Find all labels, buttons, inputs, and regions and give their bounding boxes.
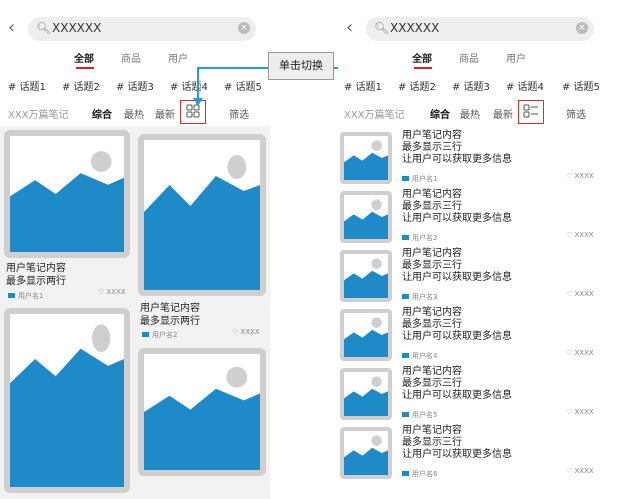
like-count[interactable]: ♡ XXXX	[566, 408, 594, 416]
clear-icon[interactable]: ×	[576, 22, 588, 34]
search-bar[interactable]: 🔍︎ XXXXXX ×	[366, 17, 594, 41]
image-placeholder-icon	[144, 366, 260, 470]
like-count[interactable]: ♡ XXXX	[566, 172, 594, 180]
list-item[interactable]: 用户笔记内容 最多显示三行 让用户可以获取更多信息 用户名1 ♡ XXXX	[338, 130, 608, 188]
topic-chip[interactable]: # 话题2	[398, 78, 436, 93]
note-card-image[interactable]	[138, 134, 266, 296]
list-item[interactable]: 用户笔记内容 最多显示三行 让用户可以获取更多信息 用户名2 ♡ XXXX	[338, 189, 608, 247]
list-item[interactable]: 用户笔记内容 最多显示三行 让用户可以获取更多信息 用户名3 ♡ XXXX	[338, 248, 608, 306]
list-item-text: 用户笔记内容 最多显示三行 让用户可以获取更多信息	[402, 248, 512, 283]
tab-active-underline	[414, 67, 432, 69]
image-placeholder-icon	[344, 199, 388, 239]
folder-icon	[402, 294, 409, 299]
note-card-author[interactable]: 用户名1	[8, 291, 43, 301]
folder-icon	[402, 353, 409, 358]
tab-all[interactable]: 全部	[412, 50, 432, 65]
topic-chip[interactable]: # 话题5	[562, 78, 600, 93]
note-thumbnail	[340, 309, 392, 361]
note-thumbnail	[340, 132, 392, 184]
list-item-author[interactable]: 用户名4	[402, 351, 437, 361]
note-count: XXX万篇笔记	[344, 110, 405, 121]
note-thumbnail	[340, 427, 392, 479]
view-toggle-button[interactable]	[518, 100, 544, 124]
tab-users[interactable]: 用户	[506, 50, 526, 65]
folder-icon	[402, 235, 409, 240]
image-placeholder-icon	[144, 155, 260, 290]
like-count[interactable]: ♡ XXXX	[566, 467, 594, 475]
image-placeholder-icon	[344, 376, 388, 416]
list-item[interactable]: 用户笔记内容 最多显示三行 让用户可以获取更多信息 用户名4 ♡ XXXX	[338, 307, 608, 365]
note-card-image[interactable]	[4, 130, 130, 258]
image-placeholder-icon	[10, 324, 124, 487]
note-card-image[interactable]	[4, 308, 130, 493]
list-item-author[interactable]: 用户名2	[402, 233, 437, 243]
filter-button[interactable]: 筛选	[566, 106, 586, 121]
search-icon: 🔍︎	[374, 21, 390, 35]
sort-comprehensive[interactable]: 综合	[430, 106, 450, 121]
image-placeholder-icon	[344, 317, 388, 357]
folder-icon	[142, 332, 149, 337]
folder-icon	[8, 293, 15, 298]
like-count[interactable]: ♡ XXXX	[566, 290, 594, 298]
list-item[interactable]: 用户笔记内容 最多显示三行 让用户可以获取更多信息 用户名6 ♡ XXXX	[338, 425, 608, 483]
like-count[interactable]: ♡ XXXX	[98, 288, 126, 296]
sort-hottest[interactable]: 最热	[460, 106, 480, 121]
folder-icon	[402, 412, 409, 417]
list-item-text: 用户笔记内容 最多显示三行 让用户可以获取更多信息	[402, 307, 512, 342]
list-item-author[interactable]: 用户名3	[402, 292, 437, 302]
note-card-author[interactable]: 用户名2	[142, 330, 177, 340]
note-card-image[interactable]	[138, 348, 266, 476]
topic-chip[interactable]: # 话题3	[452, 78, 490, 93]
list-item-author[interactable]: 用户名6	[402, 469, 437, 479]
switch-label: 单击切换	[268, 52, 334, 80]
topic-row: # 话题1 # 话题2 # 话题3 # 话题4 # 话题5	[338, 78, 608, 94]
sort-bar: XXX万篇笔记 综合 最热 最新 筛选	[338, 106, 608, 124]
note-card-title[interactable]: 用户笔记内容 最多显示两行	[140, 302, 200, 328]
list-view-icon	[523, 104, 538, 118]
note-card-title[interactable]: 用户笔记内容 最多显示两行	[6, 262, 66, 288]
list-item[interactable]: 用户笔记内容 最多显示三行 让用户可以获取更多信息 用户名5 ♡ XXXX	[338, 366, 608, 424]
back-arrow-icon[interactable]: ‹	[346, 18, 360, 38]
search-input[interactable]: XXXXXX	[390, 21, 439, 35]
list-item-text: 用户笔记内容 最多显示三行 让用户可以获取更多信息	[402, 366, 512, 401]
like-count[interactable]: ♡ XXXX	[232, 328, 260, 336]
list-item-text: 用户笔记内容 最多显示三行 让用户可以获取更多信息	[402, 425, 512, 460]
tab-products[interactable]: 商品	[459, 50, 479, 65]
sort-newest[interactable]: 最新	[493, 106, 513, 121]
note-thumbnail	[340, 250, 392, 302]
topic-chip[interactable]: # 话题4	[506, 78, 544, 93]
list-item-text: 用户笔记内容 最多显示三行 让用户可以获取更多信息	[402, 130, 512, 165]
tab-bar: 全部 商品 用户	[338, 50, 608, 72]
note-thumbnail	[340, 191, 392, 243]
list-item-author[interactable]: 用户名1	[402, 174, 437, 184]
topic-chip[interactable]: # 话题1	[344, 78, 382, 93]
like-count[interactable]: ♡ XXXX	[566, 349, 594, 357]
image-placeholder-icon	[344, 140, 388, 180]
list-item-text: 用户笔记内容 最多显示三行 让用户可以获取更多信息	[402, 189, 512, 224]
image-placeholder-icon	[344, 435, 388, 475]
list-view-screen: ‹ 🔍︎ XXXXXX × 全部 商品 用户 # 话题1 # 话题2 # 话题3…	[338, 0, 608, 499]
note-thumbnail	[340, 368, 392, 420]
image-placeholder-icon	[344, 258, 388, 298]
image-placeholder-icon	[10, 151, 124, 252]
folder-icon	[402, 176, 409, 181]
folder-icon	[402, 471, 409, 476]
list-item-author[interactable]: 用户名5	[402, 410, 437, 420]
like-count[interactable]: ♡ XXXX	[566, 231, 594, 239]
